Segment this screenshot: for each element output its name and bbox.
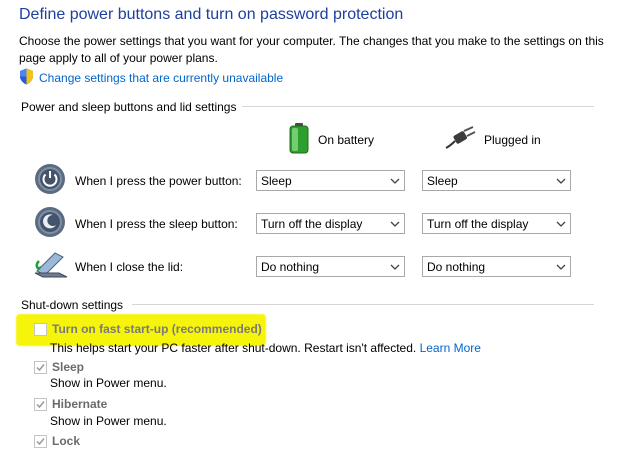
hibernate-checkbox[interactable] bbox=[34, 397, 47, 411]
sleep-option[interactable]: Sleep bbox=[34, 360, 84, 374]
sleep-button-battery-select[interactable]: Turn off the display bbox=[256, 213, 405, 234]
hibernate-option[interactable]: Hibernate bbox=[34, 397, 107, 411]
on-battery-header: On battery bbox=[288, 122, 374, 157]
battery-icon bbox=[288, 122, 310, 157]
sleep-checkbox[interactable] bbox=[34, 360, 47, 374]
learn-more-link[interactable]: Learn More bbox=[420, 341, 481, 355]
lid-battery-select[interactable]: Do nothing bbox=[256, 256, 405, 277]
sleep-button-icon bbox=[34, 206, 66, 238]
change-settings-link[interactable]: Change settings that are currently unava… bbox=[19, 68, 283, 88]
checkmark-icon bbox=[36, 363, 45, 371]
sleep-label: Sleep bbox=[52, 360, 85, 374]
chevron-down-icon bbox=[386, 257, 404, 276]
lid-label: When I close the lid: bbox=[75, 260, 184, 274]
power-button-battery-select[interactable]: Sleep bbox=[256, 170, 405, 191]
lock-label: Lock bbox=[52, 434, 81, 448]
power-plug-icon bbox=[444, 126, 476, 153]
plugged-in-label: Plugged in bbox=[484, 132, 541, 147]
chevron-down-icon bbox=[552, 171, 570, 190]
checkmark-icon bbox=[36, 400, 45, 408]
select-value: Turn off the display bbox=[427, 216, 529, 231]
hibernate-help: Show in Power menu. bbox=[50, 414, 167, 428]
page-description: Choose the power settings that you want … bbox=[19, 34, 604, 65]
power-button-label: When I press the power button: bbox=[75, 174, 242, 188]
chevron-down-icon bbox=[552, 257, 570, 276]
power-button-icon bbox=[34, 163, 66, 195]
select-value: Do nothing bbox=[427, 259, 486, 274]
fast-startup-checkbox[interactable] bbox=[34, 322, 47, 336]
power-button-plugged-select[interactable]: Sleep bbox=[422, 170, 571, 191]
section-divider bbox=[236, 106, 594, 107]
lid-plugged-select[interactable]: Do nothing bbox=[422, 256, 571, 277]
select-value: Do nothing bbox=[261, 259, 320, 274]
on-battery-label: On battery bbox=[318, 132, 375, 147]
select-value: Sleep bbox=[261, 173, 292, 188]
select-value: Sleep bbox=[427, 173, 458, 188]
chevron-down-icon bbox=[386, 171, 404, 190]
checkmark-icon bbox=[36, 437, 45, 445]
section-divider bbox=[132, 304, 594, 305]
fast-startup-help-text: This helps start your PC faster after sh… bbox=[50, 341, 417, 355]
chevron-down-icon bbox=[386, 214, 404, 233]
sleep-help: Show in Power menu. bbox=[50, 376, 167, 390]
page-title: Define power buttons and turn on passwor… bbox=[19, 6, 404, 23]
laptop-lid-icon bbox=[33, 249, 69, 281]
lock-option[interactable]: Lock bbox=[34, 434, 80, 448]
power-section-title: Power and sleep buttons and lid settings bbox=[21, 100, 243, 114]
select-value: Turn off the display bbox=[261, 216, 363, 231]
change-settings-link-label[interactable]: Change settings that are currently unava… bbox=[39, 71, 283, 85]
sleep-button-plugged-select[interactable]: Turn off the display bbox=[422, 213, 571, 234]
fast-startup-label: Turn on fast start-up (recommended) bbox=[52, 322, 262, 336]
plugged-in-header: Plugged in bbox=[444, 126, 541, 153]
lock-checkbox[interactable] bbox=[34, 434, 47, 448]
shutdown-section-title: Shut-down settings bbox=[21, 298, 130, 312]
hibernate-label: Hibernate bbox=[52, 397, 108, 411]
sleep-button-label: When I press the sleep button: bbox=[75, 217, 238, 231]
fast-startup-help: This helps start your PC faster after sh… bbox=[50, 341, 481, 355]
chevron-down-icon bbox=[552, 214, 570, 233]
fast-startup-option[interactable]: Turn on fast start-up (recommended) bbox=[34, 322, 262, 336]
uac-shield-icon bbox=[19, 68, 34, 88]
